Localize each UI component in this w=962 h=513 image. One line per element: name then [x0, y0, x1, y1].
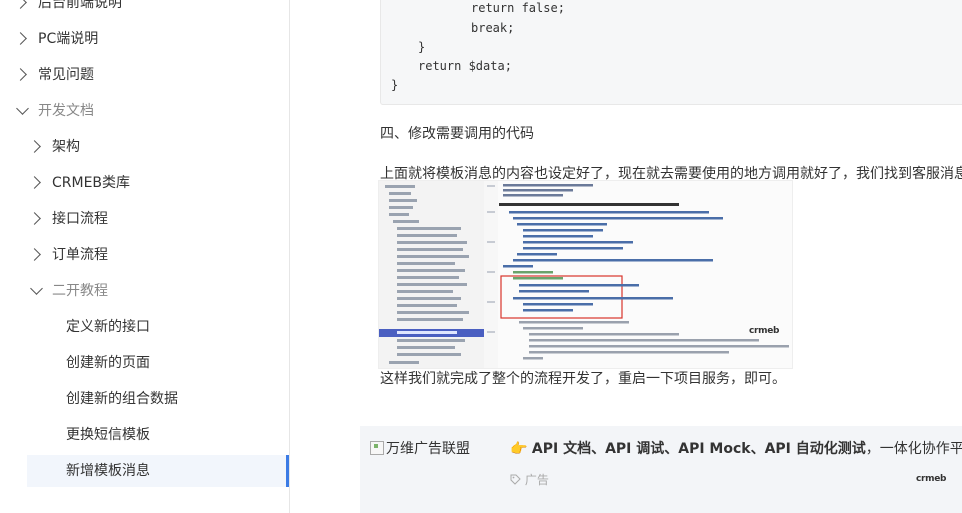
sidebar-item-sms-template[interactable]: 更换短信模板 — [0, 417, 289, 453]
sidebar-item-label: PC端说明 — [38, 31, 99, 47]
chevron-right-icon — [14, 0, 27, 9]
sidebar-item-label: 开发文档 — [38, 103, 94, 119]
sidebar-item-faq[interactable]: 常见问题 — [0, 57, 289, 93]
sidebar-item-new-template-msg[interactable]: 新增模板消息 — [0, 453, 289, 489]
sidebar-item-label: 后台前端说明 — [38, 0, 122, 11]
code-block: return false; break; } return $data; } — [380, 0, 962, 105]
sidebar-item-api-flow[interactable]: 接口流程 — [0, 201, 289, 237]
sidebar-item-label: 新增模板消息 — [66, 463, 150, 479]
sidebar-item-label: 二开教程 — [52, 283, 108, 299]
ad-headline-rest: ，一体化协作平台 — [865, 441, 962, 457]
sidebar-item-pc[interactable]: PC端说明 — [0, 21, 289, 57]
sidebar-item-label: 创建新的页面 — [66, 355, 150, 371]
sidebar-item-label: 接口流程 — [52, 211, 108, 227]
ad-headline: API 文档、API 调试、API Mock、API 自动化测试 — [531, 441, 866, 457]
code-screenshot: crmeb — [378, 180, 793, 369]
code-line: return $data; — [418, 59, 512, 73]
code-line: return false; — [471, 1, 565, 15]
sidebar-item-architecture[interactable]: 架构 — [0, 129, 289, 165]
sidebar-item-create-page[interactable]: 创建新的页面 — [0, 345, 289, 381]
sidebar-nav: 后台前端说明 PC端说明 常见问题 开发文档 架构 CRMEB类库 接口流程 订… — [0, 0, 290, 513]
sidebar-item-order-flow[interactable]: 订单流程 — [0, 237, 289, 273]
ad-tag-label: 广告 — [524, 473, 549, 487]
ad-image[interactable]: 万维广告联盟 — [370, 438, 470, 458]
sidebar-item-label: 架构 — [52, 139, 80, 155]
code-line: break; — [471, 21, 515, 35]
sidebar-item-label: 定义新的接口 — [66, 319, 150, 335]
ad-image-alt: 万维广告联盟 — [386, 441, 470, 457]
sidebar-item-crmeb-lib[interactable]: CRMEB类库 — [0, 165, 289, 201]
sidebar-item-label: 创建新的组合数据 — [66, 391, 178, 407]
sidebar-item-dev-docs[interactable]: 开发文档 — [0, 93, 289, 129]
ad-banner[interactable]: 万维广告联盟 👉 API 文档、API 调试、API Mock、API 自动化测… — [360, 426, 962, 513]
doc-content: return false; break; } return $data; } 四… — [290, 0, 962, 513]
broken-image-icon — [370, 441, 384, 455]
chevron-down-icon — [30, 282, 43, 295]
chevron-right-icon — [14, 68, 27, 81]
sidebar-item-secondary-dev[interactable]: 二开教程 — [0, 273, 289, 309]
sidebar-item-label: CRMEB类库 — [52, 175, 131, 191]
sidebar-item-label: 更换短信模板 — [66, 427, 150, 443]
sidebar-item-backend-frontend[interactable]: 后台前端说明 — [0, 0, 289, 21]
sidebar-item-label: 订单流程 — [52, 247, 108, 263]
code-line: } — [391, 78, 399, 92]
ad-link[interactable]: 👉 API 文档、API 调试、API Mock、API 自动化测试，一体化协作… — [510, 438, 962, 458]
chevron-right-icon — [28, 140, 41, 153]
tag-icon — [510, 474, 521, 485]
chevron-right-icon — [28, 248, 41, 261]
ide-screenshot-graphic — [379, 181, 789, 368]
sidebar-item-create-combo[interactable]: 创建新的组合数据 — [0, 381, 289, 417]
ad-tag: 广告 — [510, 471, 549, 488]
chevron-right-icon — [28, 176, 41, 189]
chevron-right-icon — [28, 212, 41, 225]
section-heading: 四、修改需要调用的代码 — [380, 126, 534, 142]
crmeb-logo: crmeb — [916, 474, 947, 484]
pointing-hand-icon: 👉 — [510, 441, 528, 457]
sidebar-item-define-api[interactable]: 定义新的接口 — [0, 309, 289, 345]
chevron-right-icon — [14, 32, 27, 45]
chevron-down-icon — [16, 102, 29, 115]
code-line: } — [418, 40, 426, 54]
crmeb-watermark: crmeb — [749, 326, 780, 336]
paragraph: 这样我们就完成了整个的流程开发了，重启一下项目服务，即可。 — [380, 371, 786, 387]
sidebar-item-label: 常见问题 — [38, 67, 94, 83]
